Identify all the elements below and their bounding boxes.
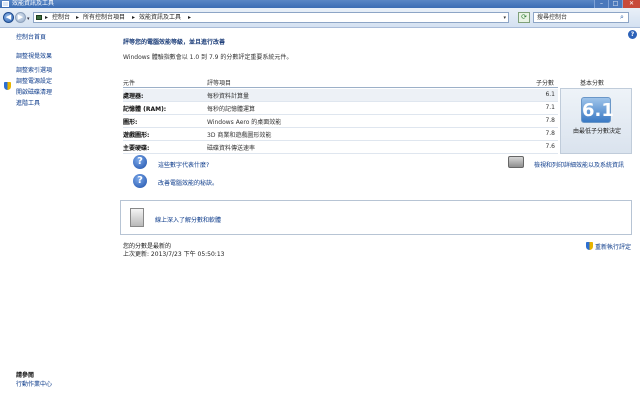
window-title: 效能資訊及工具 [12, 0, 55, 7]
question-icon: ? [133, 155, 147, 169]
component-label: 遊戲圖形: [123, 132, 150, 139]
rated-item: 每秒資料計算量 [207, 93, 250, 100]
recent-pages-chevron-down-icon[interactable]: ▾ [27, 16, 30, 22]
rerun-assessment-link[interactable]: 重新執行評定 [595, 242, 631, 251]
title-bar: 效能資訊及工具 – □ ✕ [0, 0, 640, 8]
refresh-icon[interactable]: ⟳ [518, 12, 530, 23]
rated-item: 3D 商業和遊戲圖形效能 [207, 132, 272, 139]
subscore: 6.1 [545, 91, 555, 98]
shield-icon [4, 82, 11, 90]
subscore: 7.1 [545, 104, 555, 111]
component-label: 記憶體 (RAM): [123, 106, 167, 113]
table-divider [123, 87, 558, 88]
breadcrumb-performance[interactable]: 效能資訊及工具 [139, 13, 181, 23]
forward-arrow-icon[interactable]: ▶ [15, 12, 26, 23]
search-placeholder: 搜尋控制台 [537, 14, 568, 21]
app-icon [2, 1, 9, 7]
table-row: 圖形: Windows Aero 的桌面效能 7.8 [123, 115, 558, 128]
header-basescore: 基本分數 [580, 80, 605, 87]
shield-icon [586, 242, 593, 250]
page-description: Windows 體驗指數會以 1.0 到 7.9 的分數評定重要系統元件。 [123, 54, 293, 61]
sidebar-item-indexing-options[interactable]: 調整索引選項 [16, 67, 52, 75]
breadcrumb-separator: ▸ [45, 14, 49, 21]
back-arrow-icon[interactable]: ◀ [3, 12, 14, 23]
help-icon[interactable]: ? [628, 30, 637, 39]
learn-more-panel: 線上深入了解分數和軟體 [120, 200, 632, 235]
table-row: 遊戲圖形: 3D 商業和遊戲圖形效能 7.8 [123, 128, 558, 141]
sidebar-item-action-center[interactable]: 行動作業中心 [16, 381, 52, 389]
page-title: 評等您的電腦效能等級，並且進行改善 [123, 39, 226, 46]
minimize-button[interactable]: – [594, 0, 608, 8]
control-panel-icon [36, 15, 42, 20]
question-icon: ? [133, 174, 147, 188]
recycle-bin-icon [130, 208, 144, 227]
rated-item: Windows Aero 的桌面效能 [207, 119, 282, 126]
breadcrumb[interactable]: ▸ 控制台 ▸ 所有控制台項目 ▸ 效能資訊及工具 ▸ ▾ [33, 12, 509, 23]
breadcrumb-control-panel[interactable]: 控制台 [52, 13, 70, 23]
breadcrumb-separator: ▸ [132, 14, 136, 21]
main-content: ? 評等您的電腦效能等級，並且進行改善 Windows 體驗指數會以 1.0 到… [112, 28, 637, 400]
base-score-badge: 6.1 [581, 97, 614, 123]
sidebar-item-control-panel-home[interactable]: 控制台首頁 [16, 34, 46, 42]
last-update-timestamp: 上次更新: 2013/7/23 下午 05:50:13 [123, 251, 225, 258]
header-component: 元件 [123, 80, 136, 87]
breadcrumb-separator: ▸ [188, 14, 192, 21]
learn-more-link[interactable]: 線上深入了解分數和軟體 [155, 215, 221, 224]
printer-icon [508, 156, 524, 168]
header-subscore: 子分數 [536, 80, 555, 87]
subscore: 7.8 [545, 130, 555, 137]
subscore: 7.6 [545, 143, 555, 150]
breadcrumb-all-items[interactable]: 所有控制台項目 [83, 13, 125, 23]
sidebar-item-disk-cleanup[interactable]: 開啟磁碟清理 [16, 89, 52, 97]
see-also-title: 請參閱 [16, 372, 35, 379]
component-label: 圖形: [123, 119, 138, 126]
table-row: 主要硬碟: 磁碟資料傳送速率 7.6 [123, 141, 558, 154]
what-numbers-link[interactable]: 這些數字代表什麼? [158, 160, 209, 169]
subscore: 7.8 [545, 117, 555, 124]
improve-tips-link[interactable]: 改善電腦效能的秘訣。 [158, 178, 218, 187]
sidebar: 控制台首頁 調整視覺效果 調整索引選項 調整電源設定 開啟磁碟清理 進階工具 請… [0, 28, 112, 400]
component-label: 主要硬碟: [123, 145, 150, 152]
rated-item: 每秒的記憶體運算 [207, 106, 256, 113]
search-icon[interactable]: ⌕ [617, 13, 627, 22]
sidebar-item-advanced-tools[interactable]: 進階工具 [16, 100, 40, 108]
table-row: 記憶體 (RAM): 每秒的記憶體運算 7.1 [123, 102, 558, 115]
rated-item: 磁碟資料傳送速率 [207, 145, 256, 152]
address-chevron-down-icon[interactable]: ▾ [503, 13, 506, 23]
base-score-caption: 由最低子分數決定 [572, 128, 621, 135]
close-button[interactable]: ✕ [622, 0, 640, 8]
base-score-panel: 6.1 由最低子分數決定 [560, 88, 632, 154]
search-input[interactable]: 搜尋控制台 ⌕ [533, 12, 629, 23]
table-row: 處理器: 每秒資料計算量 6.1 [123, 89, 558, 102]
sidebar-item-visual-effects[interactable]: 調整視覺效果 [16, 53, 52, 61]
breadcrumb-separator: ▸ [76, 14, 80, 21]
header-rated: 評等項目 [207, 80, 232, 87]
address-bar: ◀ ▶ ▾ ▸ 控制台 ▸ 所有控制台項目 ▸ 效能資訊及工具 ▸ ▾ ⟳ 搜尋… [0, 8, 640, 28]
sidebar-item-power-settings[interactable]: 調整電源設定 [16, 78, 52, 86]
maximize-button[interactable]: □ [608, 0, 622, 8]
print-details-link[interactable]: 檢視和列印詳細效能以及系統資訊 [534, 160, 624, 169]
component-label: 處理器: [123, 93, 144, 100]
